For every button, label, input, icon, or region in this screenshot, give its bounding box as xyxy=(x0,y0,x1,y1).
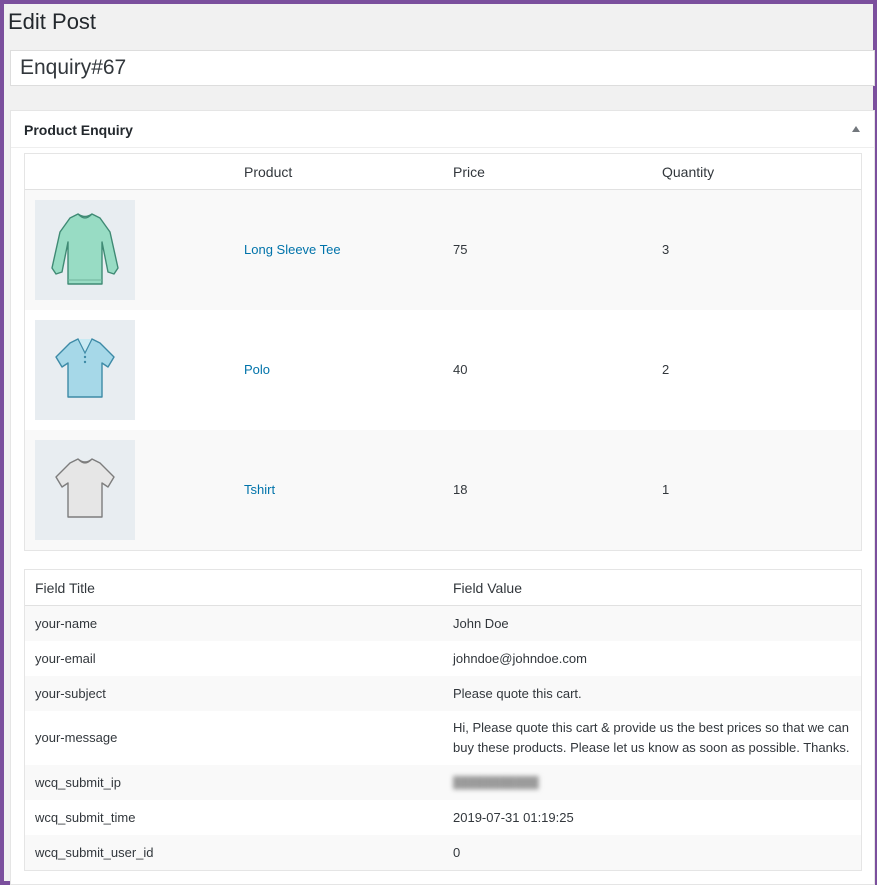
post-title-input[interactable]: Enquiry#67 xyxy=(10,50,875,86)
collapse-arrow-icon[interactable] xyxy=(852,126,860,132)
products-table: Product Price Quantity Long Sleeve Tee 7… xyxy=(25,154,861,550)
field-row: wcq_submit_time 2019-07-31 01:19:25 xyxy=(25,800,861,835)
field-value: Please quote this cart. xyxy=(443,676,861,711)
metabox-header[interactable]: Product Enquiry xyxy=(11,111,874,148)
metabox-title: Product Enquiry xyxy=(24,122,133,138)
field-value: John Doe xyxy=(443,605,861,641)
fields-table-header: Field Title Field Value xyxy=(25,570,861,606)
enquiry-fields-table-container: Field Title Field Value your-name John D… xyxy=(24,569,862,871)
field-title: wcq_submit_time xyxy=(25,800,443,835)
product-row: Tshirt 18 1 xyxy=(25,429,861,550)
product-quantity: 2 xyxy=(652,309,861,430)
column-header-field-title: Field Title xyxy=(25,570,443,606)
column-header-field-value: Field Value xyxy=(443,570,861,606)
obscured-ip-value: ███████████ xyxy=(453,777,539,789)
page-title: Edit Post xyxy=(8,9,97,34)
field-row: wcq_submit_user_id 0 xyxy=(25,835,861,870)
product-quantity: 3 xyxy=(652,189,861,310)
polo-image xyxy=(35,319,135,420)
product-price: 18 xyxy=(443,429,652,550)
product-enquiry-metabox: Product Enquiry Product Price Quantity L… xyxy=(10,110,875,885)
field-row: your-email johndoe@johndoe.com xyxy=(25,641,861,676)
long-sleeve-tee-image xyxy=(35,199,135,300)
field-value: ███████████ xyxy=(443,765,861,800)
field-value: 2019-07-31 01:19:25 xyxy=(443,800,861,835)
field-title: your-subject xyxy=(25,676,443,711)
product-quantity: 1 xyxy=(652,429,861,550)
product-price: 75 xyxy=(443,189,652,310)
column-header-image xyxy=(25,154,234,190)
field-row: your-name John Doe xyxy=(25,605,861,641)
products-table-container: Product Price Quantity Long Sleeve Tee 7… xyxy=(24,153,862,551)
field-value: johndoe@johndoe.com xyxy=(443,641,861,676)
field-value: 0 xyxy=(443,835,861,870)
field-title: wcq_submit_user_id xyxy=(25,835,443,870)
field-value: Hi, Please quote this cart & provide us … xyxy=(443,711,861,765)
products-table-header: Product Price Quantity xyxy=(25,154,861,190)
product-link[interactable]: Polo xyxy=(244,362,270,377)
product-row: Polo 40 2 xyxy=(25,309,861,430)
column-header-product: Product xyxy=(234,154,443,190)
field-row: your-subject Please quote this cart. xyxy=(25,676,861,711)
screenshot-frame: Edit Post Enquiry#67 Product Enquiry Pro… xyxy=(0,0,877,885)
column-header-quantity: Quantity xyxy=(652,154,861,190)
product-row: Long Sleeve Tee 75 3 xyxy=(25,189,861,310)
product-link[interactable]: Long Sleeve Tee xyxy=(244,242,341,257)
field-row: your-message Hi, Please quote this cart … xyxy=(25,711,861,765)
column-header-price: Price xyxy=(443,154,652,190)
product-price: 40 xyxy=(443,309,652,430)
enquiry-fields-table: Field Title Field Value your-name John D… xyxy=(25,570,861,870)
field-title: wcq_submit_ip xyxy=(25,765,443,800)
field-title: your-name xyxy=(25,605,443,641)
field-title: your-email xyxy=(25,641,443,676)
field-row: wcq_submit_ip ███████████ xyxy=(25,765,861,800)
tshirt-image xyxy=(35,439,135,540)
field-title: your-message xyxy=(25,711,443,765)
product-link[interactable]: Tshirt xyxy=(244,482,275,497)
